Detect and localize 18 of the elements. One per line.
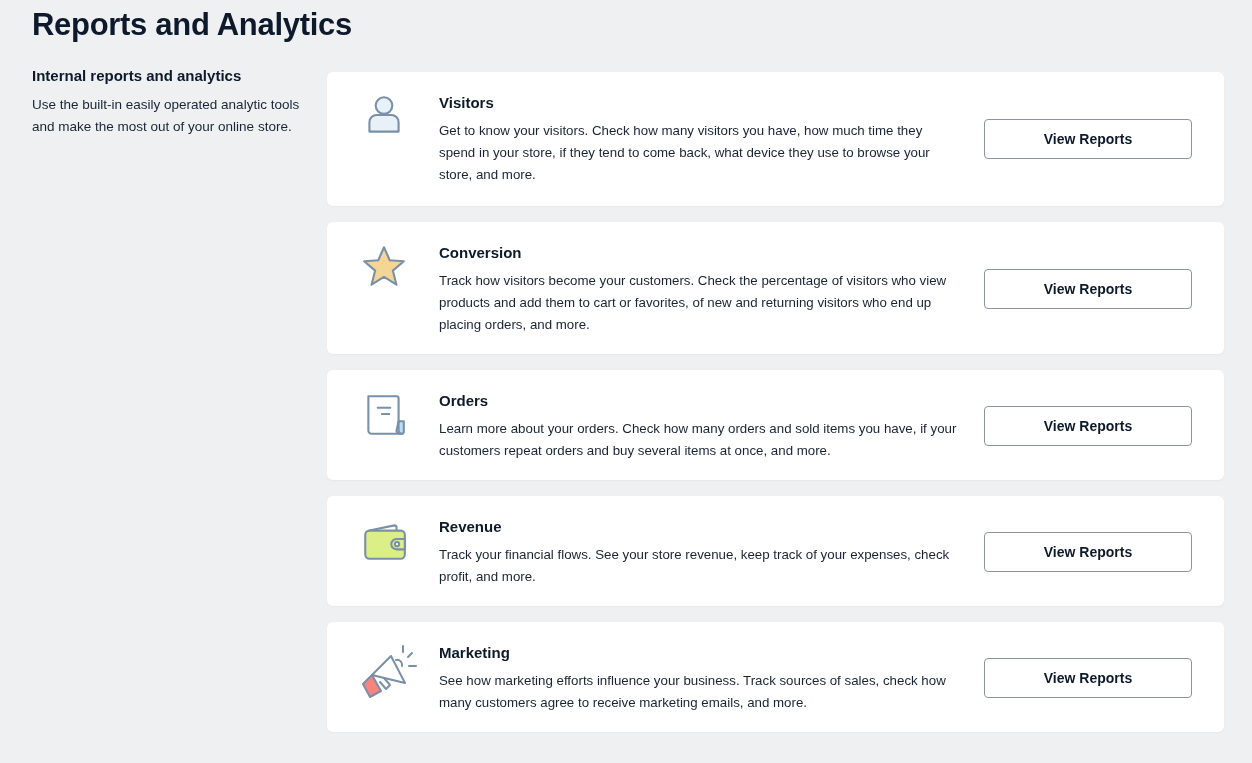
view-reports-button[interactable]: View Reports	[984, 119, 1192, 159]
card-title: Marketing	[439, 643, 511, 663]
card-title: Orders	[439, 391, 490, 411]
card-description: Learn more about your orders. Check how many orders and sold items you have, if your customers repeat orders and buy several items at once, and more.	[439, 420, 958, 460]
view-reports-button[interactable]: View Reports	[984, 406, 1192, 446]
section-heading: Internal reports and analytics	[32, 66, 243, 86]
card-title: Visitors	[439, 93, 495, 113]
view-reports-button[interactable]: View Reports	[984, 658, 1192, 698]
card-description: See how marketing efforts influence your business. Track sources of sales, check how many customers agree to receive marketing emails, and more.	[439, 672, 947, 712]
card-description: Track your financial flows. See your store revenue, keep track of your expenses, check profit, and more.	[439, 546, 951, 586]
view-reports-button[interactable]: View Reports	[984, 269, 1192, 309]
card-description: Track how visitors become your customers. Check the percentage of visitors who view products and add them to cart or favorites, of new and returning visitors who end up placing orders, and more.	[439, 272, 948, 334]
view-reports-button[interactable]: View Reports	[984, 532, 1192, 572]
card-title: Revenue	[439, 517, 503, 537]
section-description: Use the built-in easily operated analytic tools and make the most out of your online store.	[32, 96, 301, 136]
page-title: Reports and Analytics	[32, 6, 353, 44]
card-description: Get to know your visitors. Check how many visitors you have, how much time they spend in your store, if they tend to come back, what device they use to browse your store, and more.	[439, 122, 931, 184]
card-title: Conversion	[439, 243, 523, 263]
